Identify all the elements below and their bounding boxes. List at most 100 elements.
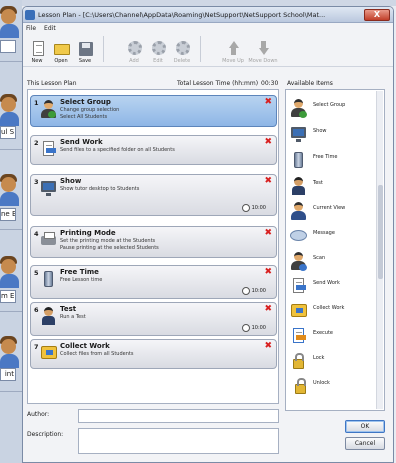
available-item[interactable]: Free Time	[290, 151, 378, 173]
available-items-scrollbar[interactable]	[376, 91, 383, 409]
arrow-down-icon	[256, 40, 271, 56]
test-icon	[290, 177, 307, 196]
available-items-list: Select Group Show Free Time Test Current…	[285, 89, 385, 411]
lesson-step[interactable]: 6 Test Run a Test ✖ 10:00	[30, 302, 277, 336]
move-down-button[interactable]: Move Down	[248, 40, 278, 64]
current-view-icon	[290, 202, 307, 221]
menu-file[interactable]: File	[26, 25, 36, 32]
available-item-label: Unlock	[313, 380, 330, 386]
remove-step-icon[interactable]: ✖	[264, 138, 272, 147]
remove-step-icon[interactable]: ✖	[264, 305, 272, 314]
toolbar-separator	[103, 36, 104, 62]
student-label: ne E	[0, 208, 16, 221]
step-number: 7	[34, 343, 39, 351]
open-button[interactable]: Open	[50, 40, 72, 64]
lesson-step[interactable]: 4 Printing Mode Set the printing mode at…	[30, 226, 277, 258]
menu-edit[interactable]: Edit	[44, 25, 56, 32]
save-disk-icon	[78, 40, 93, 56]
collect-work-icon	[290, 302, 307, 321]
step-name: Collect Work	[60, 342, 110, 350]
student-tile[interactable]	[0, 0, 22, 62]
total-time-label: Total Lesson Time (hh:mm)	[177, 80, 259, 87]
select-group-icon	[290, 99, 307, 118]
student-tile[interactable]: m E	[0, 250, 22, 312]
step-description-2: Pause printing at the selected Students	[60, 245, 159, 251]
available-item-label: Test	[313, 180, 323, 186]
test-icon	[40, 307, 56, 325]
remove-step-icon[interactable]: ✖	[264, 342, 272, 351]
ok-button[interactable]: OK	[345, 420, 385, 433]
free-time-icon	[290, 151, 307, 170]
lesson-step[interactable]: 5 Free Time Free Lesson time ✖ 10:00	[30, 265, 277, 299]
step-description: Send files to a specified folder on all …	[60, 147, 175, 153]
lesson-step[interactable]: 1 Select Group Change group selection Se…	[30, 95, 277, 127]
lesson-step[interactable]: 3 Show Show tutor desktop to Students ✖ …	[30, 174, 277, 216]
open-label: Open	[54, 58, 68, 64]
step-name: Select Group	[60, 98, 111, 106]
available-item-label: Message	[313, 230, 335, 236]
clock-icon	[241, 287, 250, 295]
free-time-icon	[40, 270, 56, 288]
available-item[interactable]: Test	[290, 177, 378, 199]
move-up-label: Move Up	[222, 58, 244, 64]
delete-button[interactable]: Delete	[171, 40, 193, 64]
description-field[interactable]	[78, 428, 279, 454]
execute-icon	[290, 327, 307, 346]
new-button[interactable]: New	[26, 40, 48, 64]
available-item-label: Select Group	[313, 102, 346, 108]
step-number: 6	[34, 306, 39, 314]
lock-icon	[290, 352, 307, 371]
available-item[interactable]: Select Group	[290, 99, 378, 121]
available-item[interactable]: Scan	[290, 252, 378, 274]
step-duration: 10:00	[241, 324, 266, 332]
student-tile[interactable]: ne E	[0, 168, 22, 230]
author-field[interactable]	[78, 409, 279, 423]
message-icon	[290, 227, 307, 246]
lesson-step[interactable]: 2 Send Work Send files to a specified fo…	[30, 135, 277, 165]
step-description: Change group selection	[60, 107, 120, 113]
student-tile[interactable]: int	[0, 330, 22, 392]
clock-icon	[241, 324, 250, 332]
available-item[interactable]: Current View	[290, 202, 378, 224]
app-icon	[25, 9, 35, 20]
toolbar: New Open Save Add Edit Delete Move Up Mo…	[23, 34, 393, 67]
duration-value: 10:00	[251, 205, 266, 211]
step-description-2: Select All Students	[60, 114, 108, 120]
available-item[interactable]: Lock	[290, 352, 378, 374]
available-item-label: Show	[313, 128, 327, 134]
save-button[interactable]: Save	[74, 40, 96, 64]
delete-gear-icon	[175, 40, 190, 56]
move-up-button[interactable]: Move Up	[220, 40, 246, 64]
available-item-label: Execute	[313, 330, 333, 336]
scrollbar-thumb[interactable]	[378, 185, 383, 279]
lesson-plan-dialog: Lesson Plan - [C:\Users\Channel\AppData\…	[22, 6, 394, 463]
available-item[interactable]: Unlock	[290, 377, 378, 399]
scan-icon	[290, 252, 307, 271]
save-label: Save	[78, 58, 92, 64]
edit-label: Edit	[153, 58, 163, 64]
title-bar[interactable]: Lesson Plan - [C:\Users\Channel\AppData\…	[23, 7, 393, 23]
remove-step-icon[interactable]: ✖	[264, 268, 272, 277]
edit-button[interactable]: Edit	[147, 40, 169, 64]
cancel-button[interactable]: Cancel	[345, 437, 385, 450]
remove-step-icon[interactable]: ✖	[264, 98, 272, 107]
remove-step-icon[interactable]: ✖	[264, 229, 272, 238]
add-button[interactable]: Add	[123, 40, 145, 64]
step-name: Send Work	[60, 138, 103, 146]
available-item[interactable]: Execute	[290, 327, 378, 349]
close-button[interactable]: X	[364, 9, 390, 21]
available-item[interactable]: Collect Work	[290, 302, 378, 324]
background-student-list: ul S ne E m E int	[0, 0, 22, 463]
available-item[interactable]: Message	[290, 227, 378, 249]
lesson-step[interactable]: 7 Collect Work Collect files from all St…	[30, 339, 277, 369]
student-tile[interactable]: ul S	[0, 88, 22, 150]
select-group-icon	[40, 100, 56, 118]
step-number: 1	[34, 99, 39, 107]
available-item[interactable]: Send Work	[290, 277, 378, 299]
step-description: Collect files from all Students	[60, 351, 134, 357]
available-item[interactable]: Show	[290, 125, 378, 147]
remove-step-icon[interactable]: ✖	[264, 177, 272, 186]
step-description: Run a Test	[60, 314, 86, 320]
step-description: Free Lesson time	[60, 277, 103, 283]
available-items-header: Available Items	[287, 80, 333, 87]
